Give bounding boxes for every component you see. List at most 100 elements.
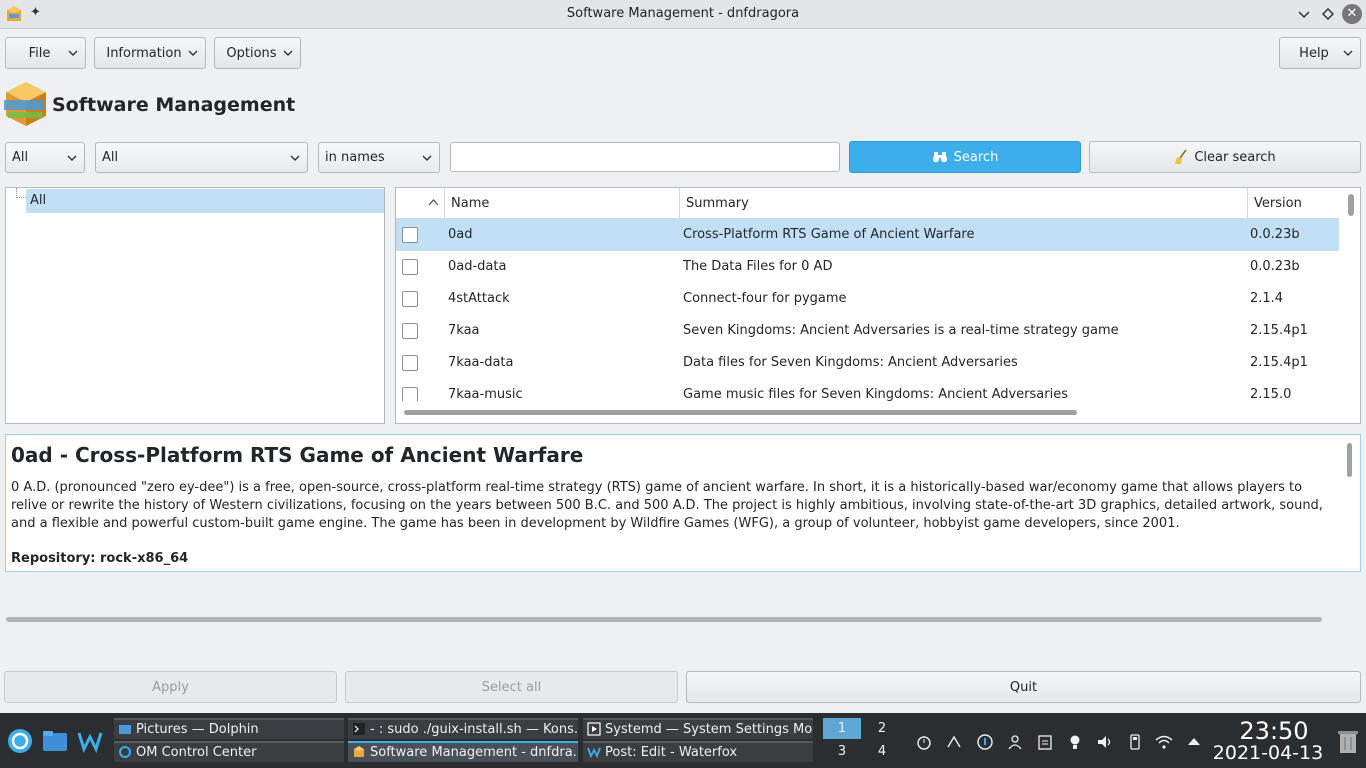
information-menu-button[interactable]: Information: [94, 37, 206, 69]
task-label: Post: Edit - Waterfox: [605, 745, 738, 760]
dnfdragora-logo: [4, 82, 46, 126]
description-scrollbar[interactable]: [1347, 443, 1352, 477]
task-software-management[interactable]: Software Management - dnfdra...: [348, 741, 578, 762]
task-system-settings[interactable]: Systemd — System Settings Mo...: [583, 718, 813, 739]
search-field-select[interactable]: in names: [318, 142, 440, 173]
quit-button[interactable]: Quit: [686, 671, 1361, 703]
description-repository: Repository: rock-x86_64: [11, 551, 189, 566]
row-checkbox[interactable]: [402, 355, 418, 371]
package-version: 2.15.4p1: [1250, 355, 1308, 370]
file-menu-button[interactable]: File: [5, 37, 86, 69]
help-menu-label: Help: [1299, 45, 1329, 61]
night-color-icon[interactable]: [1066, 733, 1084, 751]
table-row[interactable]: 7kaa-music Game music files for Seven Ki…: [396, 379, 1339, 401]
help-menu-button[interactable]: Help: [1279, 37, 1361, 69]
clipboard-icon[interactable]: [1036, 733, 1054, 751]
column-header-version[interactable]: Version: [1248, 188, 1339, 219]
progress-bar: [6, 617, 1322, 622]
search-button[interactable]: Search: [849, 141, 1081, 173]
package-name: 7kaa-music: [448, 387, 523, 401]
taskbar: Pictures — Dolphin OM Control Center - :…: [0, 713, 1366, 768]
status-filter-select[interactable]: All: [5, 142, 85, 173]
window-title: Software Management - dnfdragora: [566, 6, 800, 21]
row-checkbox[interactable]: [402, 259, 418, 275]
sort-ascending-icon: [428, 199, 439, 206]
application-launcher-icon[interactable]: [6, 727, 34, 755]
waterfox-icon: [587, 747, 601, 759]
table-row[interactable]: 4stAttack Connect-four for pygame 2.1.4: [396, 283, 1339, 315]
row-checkbox[interactable]: [402, 323, 418, 339]
package-name: 0ad-data: [448, 259, 507, 274]
apply-button[interactable]: Apply: [4, 671, 337, 703]
clock-date[interactable]: 2021-04-13: [1208, 742, 1328, 764]
package-summary: Cross-Platform RTS Game of Ancient Warfa…: [683, 227, 975, 242]
package-version: 0.0.23b: [1250, 259, 1300, 274]
alarm-clock-icon[interactable]: [915, 733, 933, 751]
kdeconnect-icon[interactable]: [945, 733, 963, 751]
package-name: 0ad: [448, 227, 473, 242]
table-row[interactable]: 7kaa Seven Kingdoms: Ancient Adversaries…: [396, 315, 1339, 347]
desktop-3[interactable]: 3: [823, 741, 861, 762]
row-checkbox[interactable]: [402, 387, 418, 401]
sort-column-header[interactable]: [396, 188, 445, 219]
clear-search-button[interactable]: Clear search: [1089, 141, 1361, 173]
control-center-icon: [119, 746, 131, 758]
group-filter-select[interactable]: All: [95, 142, 308, 173]
chevron-down-icon: [290, 155, 300, 161]
file-manager-icon[interactable]: [41, 727, 69, 755]
removable-device-icon[interactable]: [1126, 733, 1144, 751]
file-menu-label: File: [28, 45, 51, 61]
options-menu-label: Options: [226, 45, 277, 61]
task-konsole[interactable]: - : sudo ./guix-install.sh — Kons...: [348, 718, 578, 739]
table-horizontal-scrollbar[interactable]: [404, 410, 1077, 415]
clock-time[interactable]: 23:50: [1224, 717, 1324, 745]
column-header-name[interactable]: Name: [445, 188, 680, 219]
waterfox-icon[interactable]: [76, 727, 104, 755]
task-control-center[interactable]: OM Control Center: [114, 741, 344, 762]
tree-branch-line: [16, 188, 26, 198]
table-vertical-scrollbar[interactable]: [1348, 194, 1354, 216]
package-summary: Connect-four for pygame: [683, 291, 847, 306]
row-checkbox[interactable]: [402, 227, 418, 243]
maximize-button[interactable]: [1318, 4, 1338, 24]
table-row[interactable]: 0ad Cross-Platform RTS Game of Ancient W…: [396, 219, 1339, 251]
description-body: 0 A.D. (pronounced "zero ey-dee") is a f…: [11, 480, 1323, 531]
chevron-down-icon: [283, 50, 293, 56]
information-menu-label: Information: [106, 45, 182, 61]
broom-icon: [1175, 149, 1187, 164]
chevron-down-icon: [188, 50, 198, 56]
expand-tray-icon[interactable]: [1185, 733, 1203, 751]
table-row[interactable]: 0ad-data The Data Files for 0 AD 0.0.23b: [396, 251, 1339, 283]
task-label: Software Management - dnfdra...: [370, 745, 578, 760]
package-table[interactable]: Name Summary Version 0ad Cross-Platform …: [395, 187, 1361, 424]
options-menu-button[interactable]: Options: [214, 37, 301, 69]
group-filter-value: All: [102, 150, 119, 165]
package-version: 2.1.4: [1250, 291, 1284, 306]
user-switch-icon[interactable]: [1006, 733, 1024, 751]
chevron-down-icon: [422, 155, 432, 161]
select-all-button[interactable]: Select all: [345, 671, 678, 703]
minimize-button[interactable]: [1294, 4, 1314, 24]
window-titlebar[interactable]: ✦ Software Management - dnfdragora ✕: [0, 0, 1366, 29]
desktop-4[interactable]: 4: [863, 741, 901, 762]
desktop-1[interactable]: 1: [823, 718, 861, 739]
tree-item-all[interactable]: All: [26, 189, 384, 213]
group-tree[interactable]: All: [5, 187, 385, 424]
trash-icon[interactable]: [1336, 729, 1360, 755]
table-row[interactable]: 7kaa-data Data files for Seven Kingdoms:…: [396, 347, 1339, 379]
wifi-icon[interactable]: [1155, 733, 1173, 751]
updates-icon[interactable]: [976, 733, 994, 751]
close-button[interactable]: ✕: [1342, 4, 1362, 24]
package-description-panel[interactable]: 0ad - Cross-Platform RTS Game of Ancient…: [5, 434, 1361, 572]
package-summary: Seven Kingdoms: Ancient Adversaries is a…: [683, 323, 1119, 338]
search-input[interactable]: [450, 142, 840, 172]
task-waterfox[interactable]: Post: Edit - Waterfox: [583, 741, 813, 762]
folder-icon: [119, 725, 131, 734]
volume-icon[interactable]: [1096, 733, 1114, 751]
task-dolphin[interactable]: Pictures — Dolphin: [114, 718, 344, 739]
desktop-2[interactable]: 2: [863, 718, 901, 739]
column-header-summary[interactable]: Summary: [680, 188, 1248, 219]
package-summary: Data files for Seven Kingdoms: Ancient A…: [683, 355, 1018, 370]
table-header: Name Summary Version: [396, 188, 1339, 219]
row-checkbox[interactable]: [402, 291, 418, 307]
